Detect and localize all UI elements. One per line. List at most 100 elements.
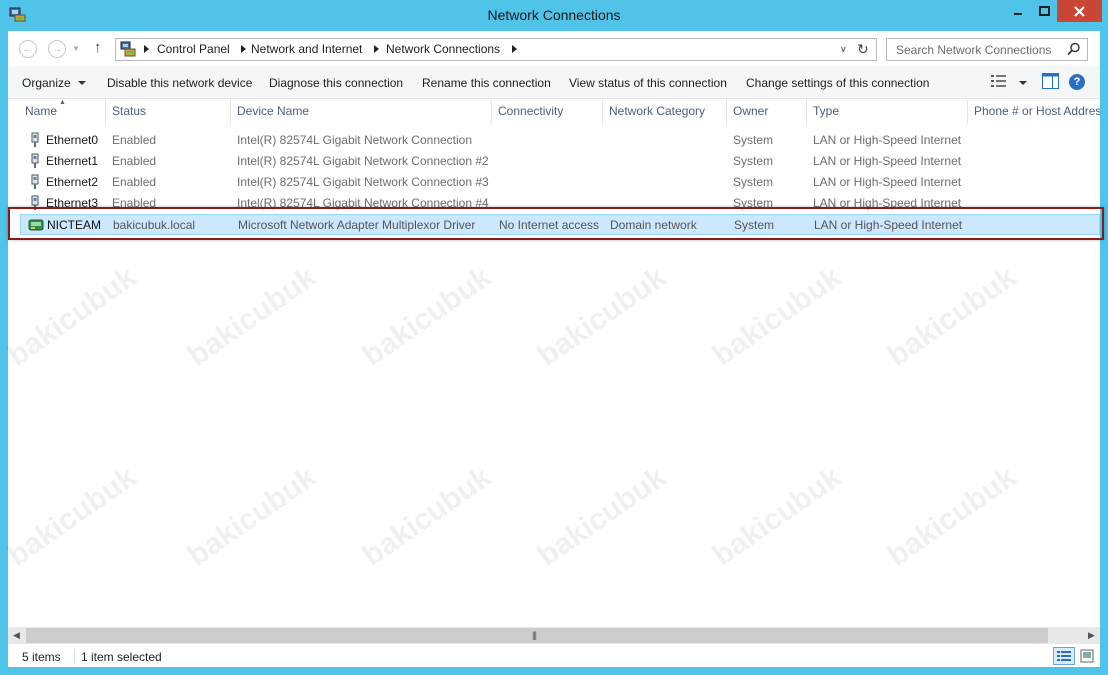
connection-device: Intel(R) 82574L Gigabit Network Connecti… xyxy=(237,154,489,168)
column-divider[interactable] xyxy=(491,100,492,124)
list-item[interactable]: Ethernet3 Enabled Intel(R) 82574L Gigabi… xyxy=(8,193,1100,214)
breadcrumb-network-and-internet[interactable]: Network and Internet xyxy=(251,42,362,56)
watermark: bakicubuk xyxy=(181,460,323,573)
maximize-button[interactable] xyxy=(1031,0,1057,22)
connection-status: Enabled xyxy=(112,133,157,147)
sort-ascending-icon: ▲ xyxy=(59,99,66,106)
connection-name: Ethernet0 xyxy=(46,133,99,147)
watermark: bakicubuk xyxy=(881,460,1023,573)
details-view-icon[interactable] xyxy=(991,74,1007,91)
column-header-device-name[interactable]: Device Name xyxy=(237,104,309,124)
search-placeholder: Search Network Connections xyxy=(896,43,1052,57)
connection-device: Intel(R) 82574L Gigabit Network Connecti… xyxy=(237,133,473,147)
watermark: bakicubuk xyxy=(181,260,323,373)
command-bar: Organize Disable this network device Dia… xyxy=(8,66,1100,99)
status-divider xyxy=(74,650,75,663)
breadcrumb-network-connections[interactable]: Network Connections xyxy=(386,42,500,56)
breadcrumb-separator-icon[interactable] xyxy=(512,45,517,53)
column-header-owner[interactable]: Owner xyxy=(733,104,768,124)
connection-type: LAN or High-Speed Internet xyxy=(813,175,962,189)
column-header-connectivity[interactable]: Connectivity xyxy=(498,104,563,124)
watermark: bakicubuk xyxy=(881,260,1023,373)
connection-type: LAN or High-Speed Internet xyxy=(813,133,962,147)
item-count: 5 items xyxy=(22,650,61,664)
breadcrumb-separator-icon[interactable] xyxy=(144,45,149,53)
forward-arrow-icon: → xyxy=(51,43,63,55)
details-view-toggle-icon[interactable] xyxy=(1053,647,1075,665)
status-bar: 5 items 1 item selected xyxy=(8,645,1100,667)
column-divider[interactable] xyxy=(726,100,727,124)
scrollbar-thumb[interactable]: ||| xyxy=(26,628,1048,643)
address-history-chevron-icon[interactable]: ∨ xyxy=(840,44,847,55)
scroll-right-icon[interactable]: ▶ xyxy=(1083,627,1100,644)
disable-device-button[interactable]: Disable this network device xyxy=(107,76,252,90)
breadcrumb-control-panel[interactable]: Control Panel xyxy=(157,42,230,56)
watermark: bakicubuk xyxy=(706,460,848,573)
close-icon xyxy=(1074,5,1085,17)
connection-type: LAN or High-Speed Internet xyxy=(813,154,962,168)
connection-type: LAN or High-Speed Internet xyxy=(813,196,962,210)
preview-pane-icon[interactable] xyxy=(1042,73,1059,92)
horizontal-scrollbar[interactable]: ◀ ||| ▶ xyxy=(8,627,1100,644)
column-header-phone-host[interactable]: Phone # or Host Address xyxy=(974,104,1100,124)
minimize-button[interactable] xyxy=(1005,0,1031,22)
list-item-selected[interactable]: NICTEAM bakicubuk.local Microsoft Networ… xyxy=(20,214,1100,235)
rename-connection-button[interactable]: Rename this connection xyxy=(422,76,551,90)
organize-chevron-icon[interactable] xyxy=(78,81,86,85)
change-settings-button[interactable]: Change settings of this connection xyxy=(746,76,929,90)
connection-owner: System xyxy=(733,133,774,147)
connection-owner: System xyxy=(733,196,774,210)
column-header-name[interactable]: Name xyxy=(25,104,57,124)
watermark: bakicubuk xyxy=(1,460,143,573)
up-arrow-icon[interactable]: ↑ xyxy=(94,39,102,56)
column-header-network-category[interactable]: Network Category xyxy=(609,104,705,124)
list-item[interactable]: Ethernet2 Enabled Intel(R) 82574L Gigabi… xyxy=(8,172,1100,193)
breadcrumb-separator-icon[interactable] xyxy=(241,45,246,53)
column-divider[interactable] xyxy=(230,100,231,124)
watermark: bakicubuk xyxy=(531,260,673,373)
explorer-client: ← → ▼ ↑ Control Panel Network and Intern… xyxy=(2,31,1104,667)
connection-owner: System xyxy=(733,175,774,189)
diagnose-connection-button[interactable]: Diagnose this connection xyxy=(269,76,403,90)
organize-menu[interactable]: Organize xyxy=(22,76,71,90)
ethernet-adapter-icon xyxy=(28,195,42,211)
ethernet-adapter-icon xyxy=(28,174,42,190)
watermark: bakicubuk xyxy=(531,460,673,573)
view-status-button[interactable]: View status of this connection xyxy=(569,76,727,90)
column-header-type[interactable]: Type xyxy=(813,104,839,124)
connection-device: Intel(R) 82574L Gigabit Network Connecti… xyxy=(237,196,489,210)
column-divider[interactable] xyxy=(806,100,807,124)
list-item[interactable]: Ethernet1 Enabled Intel(R) 82574L Gigabi… xyxy=(8,151,1100,172)
connection-name: Ethernet3 xyxy=(46,196,99,210)
back-button[interactable]: ← xyxy=(19,40,37,58)
connection-device: Intel(R) 82574L Gigabit Network Connecti… xyxy=(237,175,489,189)
recent-locations-chevron-icon[interactable]: ▼ xyxy=(72,44,80,53)
column-header-status[interactable]: Status xyxy=(112,104,146,124)
watermark: bakicubuk xyxy=(356,460,498,573)
nic-team-icon xyxy=(28,217,44,233)
navigation-bar: ← → ▼ ↑ Control Panel Network and Intern… xyxy=(8,31,1100,65)
search-icon[interactable] xyxy=(1067,42,1081,59)
column-headers: ▲ Name Status Device Name Connectivity N… xyxy=(8,99,1100,124)
close-button[interactable] xyxy=(1057,0,1102,22)
large-icons-view-toggle-icon[interactable] xyxy=(1077,647,1097,665)
forward-button[interactable]: → xyxy=(48,40,66,58)
address-bar[interactable]: Control Panel Network and Internet Netwo… xyxy=(115,38,877,61)
connection-status: Enabled xyxy=(112,196,157,210)
refresh-icon[interactable]: ↻ xyxy=(857,41,869,58)
connection-owner: System xyxy=(734,218,775,232)
title-bar[interactable]: Network Connections xyxy=(0,0,1108,31)
connection-category: Domain network xyxy=(610,218,697,232)
help-icon[interactable]: ? xyxy=(1069,74,1085,90)
column-divider[interactable] xyxy=(602,100,603,124)
scroll-left-icon[interactable]: ◀ xyxy=(8,627,25,644)
window-frame: Network Connections ← → ▼ ↑ Control Pane… xyxy=(0,0,1108,675)
column-divider[interactable] xyxy=(967,100,968,124)
view-options-chevron-icon[interactable] xyxy=(1019,81,1027,85)
search-input[interactable]: Search Network Connections xyxy=(886,38,1088,61)
selection-count: 1 item selected xyxy=(81,650,162,664)
list-item[interactable]: Ethernet0 Enabled Intel(R) 82574L Gigabi… xyxy=(8,130,1100,151)
ethernet-adapter-icon xyxy=(28,153,42,169)
column-divider[interactable] xyxy=(105,100,106,124)
breadcrumb-separator-icon[interactable] xyxy=(374,45,379,53)
